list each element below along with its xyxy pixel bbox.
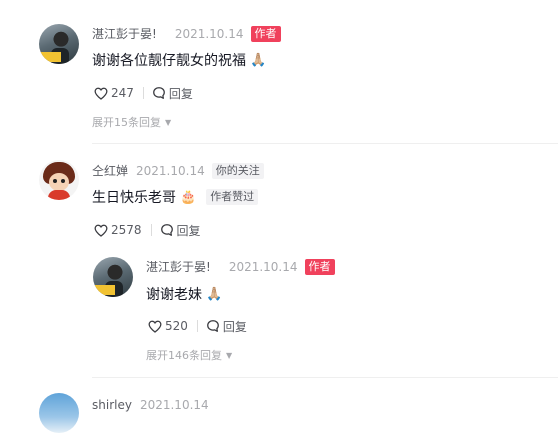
pray-emoji: 🙏🏼: [206, 286, 223, 302]
comment-text-row: 生日快乐老哥 🎂 作者赞过: [92, 187, 259, 207]
like-count: 520: [165, 319, 188, 333]
reply-label: 回复: [176, 223, 201, 238]
action-divider: [142, 87, 144, 99]
action-divider: [150, 224, 152, 236]
pray-emoji: 🙏🏼: [250, 52, 267, 68]
heart-icon: [148, 320, 162, 333]
comment-bubble-icon: [153, 87, 165, 99]
action-divider: [196, 320, 198, 332]
avatar[interactable]: [39, 160, 79, 200]
like-button[interactable]: 520: [148, 319, 188, 333]
reply-label: 回复: [168, 86, 193, 101]
avatar-eye: [61, 179, 65, 183]
reply-button[interactable]: 回复: [152, 85, 193, 102]
expand-replies-link[interactable]: 展开146条回复 ▼: [146, 347, 232, 363]
following-badge: 你的关注: [211, 162, 264, 179]
expand-replies-text: 展开15条回复: [92, 116, 161, 129]
username[interactable]: 湛江彭于晏!: [146, 258, 211, 275]
comment-text-row: 谢谢各位靓仔靓女的祝福 🙏🏼: [92, 50, 266, 70]
avatar-taxi: [39, 52, 61, 62]
comment-date: 2021.10.14: [174, 26, 244, 41]
comment-actions: 247 回复: [94, 85, 193, 101]
reply-label: 回复: [222, 319, 247, 334]
reply-button[interactable]: 回复: [160, 222, 201, 239]
heart-icon: [94, 87, 108, 100]
comment-bubble-icon: [207, 320, 219, 332]
author-badge: 作者: [304, 258, 335, 275]
avatar-eye: [53, 179, 57, 183]
comment-date: 2021.10.14: [228, 259, 298, 274]
chevron-down-icon: ▼: [226, 350, 233, 360]
comment-header: 湛江彭于晏! 2021.10.14 作者: [92, 25, 281, 42]
comment-divider: [92, 143, 558, 144]
username[interactable]: 仝红婵: [92, 162, 128, 179]
comment-text: 谢谢各位靓仔靓女的祝福: [92, 53, 246, 69]
reply-button[interactable]: 回复: [206, 318, 247, 335]
like-button[interactable]: 2578: [94, 223, 142, 237]
comment-text: 生日快乐老哥: [92, 190, 176, 206]
expand-replies-text: 展开146条回复: [146, 349, 222, 362]
comment-bubble-icon: [160, 224, 173, 236]
avatar[interactable]: [39, 393, 79, 433]
username[interactable]: shirley: [92, 398, 132, 412]
reply-text-row: 谢谢老妹 🙏🏼: [146, 284, 222, 304]
like-count: 2578: [111, 223, 142, 237]
avatar[interactable]: [39, 24, 79, 64]
like-button[interactable]: 247: [94, 86, 134, 100]
heart-icon: [94, 224, 108, 237]
avatar-face: [49, 173, 69, 191]
avatar[interactable]: [93, 257, 133, 297]
like-count: 247: [111, 86, 134, 100]
author-badge: 作者: [250, 25, 281, 42]
comment-actions: 2578 回复: [94, 222, 201, 238]
comment-header: shirley 2021.10.14: [92, 396, 209, 413]
avatar-taxi: [93, 285, 115, 295]
comment-divider: [92, 377, 558, 378]
cake-emoji: 🎂: [180, 189, 197, 205]
chevron-down-icon: ▼: [165, 117, 172, 127]
comment-header: 仝红婵 2021.10.14 你的关注: [92, 162, 264, 179]
reply-actions: 520 回复: [148, 318, 247, 334]
username[interactable]: 湛江彭于晏!: [92, 25, 157, 42]
reply-text: 谢谢老妹: [146, 287, 202, 303]
expand-replies-link[interactable]: 展开15条回复 ▼: [92, 114, 171, 130]
reply-header: 湛江彭于晏! 2021.10.14 作者: [146, 258, 335, 275]
comment-date: 2021.10.14: [136, 163, 205, 178]
comment-date: 2021.10.14: [139, 397, 209, 412]
author-liked-badge: 作者赞过: [206, 189, 259, 205]
avatar-body: [48, 190, 70, 200]
